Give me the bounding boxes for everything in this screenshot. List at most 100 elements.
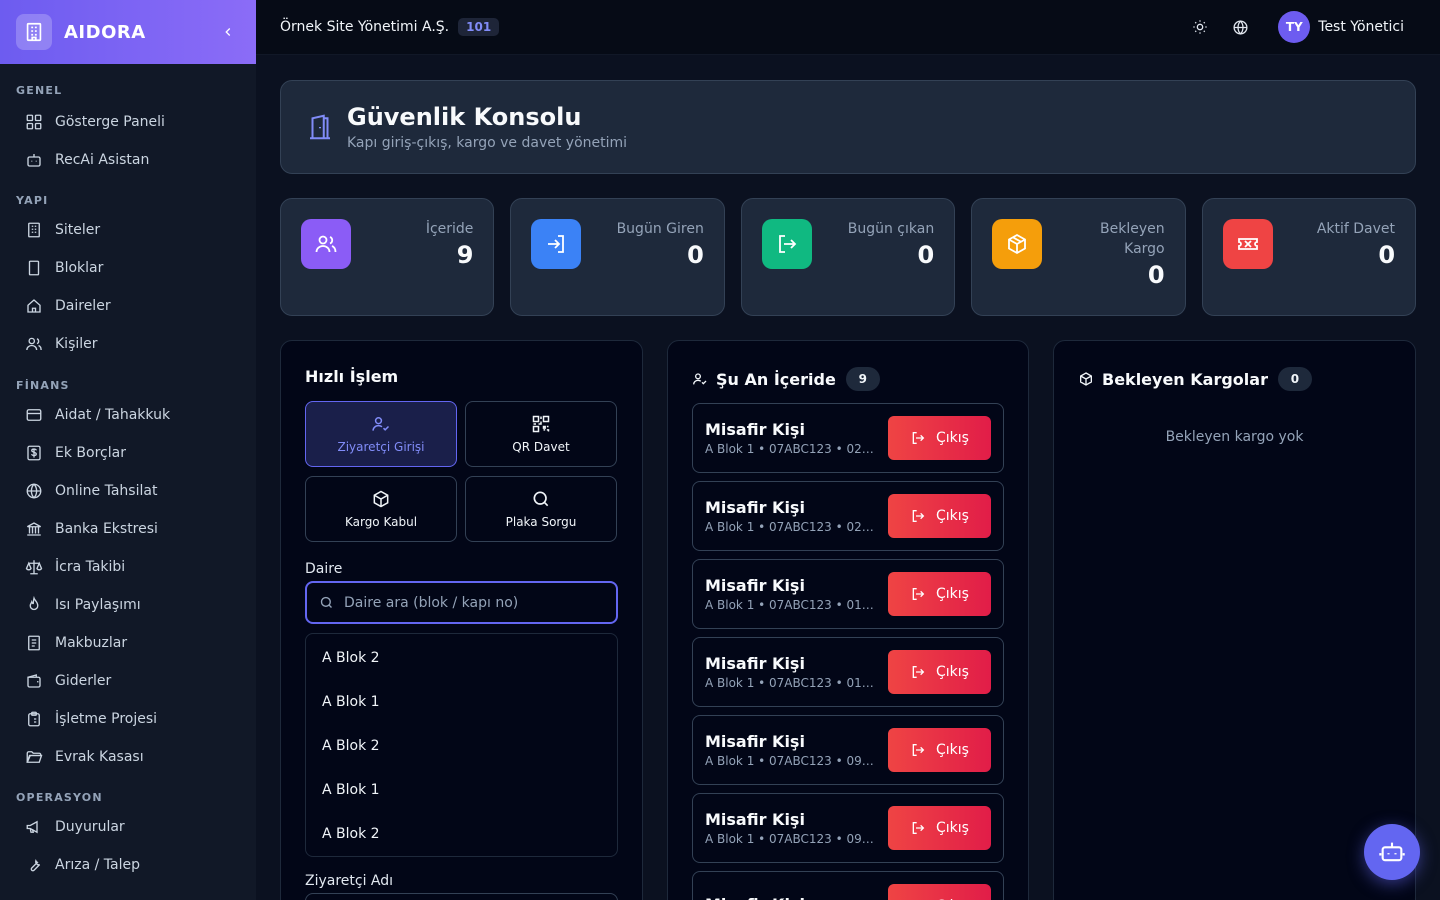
brand-name: AIDORA [64,21,146,43]
button-label: Plaka Sorgu [505,515,577,529]
visitor-entry-button[interactable]: Ziyaretçi Girişi [305,401,457,467]
dropdown-option[interactable]: A Blok 2 [306,636,617,680]
collapse-sidebar-button[interactable] [216,20,240,44]
stat-label: İçeride [425,221,474,237]
visitor-meta: A Blok 1 • 07ABC123 • 01:52 [705,598,877,612]
visitor-name: Misafir Kişi [705,895,877,900]
exit-label: Çıkış [936,742,969,758]
cargo-accept-button[interactable]: Kargo Kabul [305,476,457,542]
sidebar-item-duyurular[interactable]: Duyurular [0,808,256,846]
sidebar-item-banka-ekstresi[interactable]: Banka Ekstresi [0,510,256,548]
assistant-fab-button[interactable] [1364,824,1420,880]
exit-button[interactable]: Çıkış [888,884,991,900]
exit-button[interactable]: Çıkış [888,416,991,460]
user-menu[interactable]: TY Test Yönetici [1278,11,1404,43]
sidebar-item-dashboard[interactable]: Gösterge Paneli [0,103,256,141]
button-label: Ziyaretçi Girişi [337,440,425,454]
plate-search-button[interactable]: Plaka Sorgu [465,476,617,542]
logout-icon [912,744,925,756]
qr-code-icon [532,415,550,433]
theme-toggle-button[interactable] [1180,7,1220,47]
stat-label: Bugün çıkan [847,221,935,237]
sidebar-item-label: Daireler [55,298,111,314]
visitor-row: Misafir Kişi A Blok 1 • 07ABC123 • 09:47 Ç… [692,715,1004,785]
sidebar-item-isi-paylasimi[interactable]: Isı Paylaşımı [0,586,256,624]
dropdown-option[interactable]: A Blok 1 [306,680,617,724]
sidebar: AIDORA GENEL Gösterge Paneli RecAi Asist… [0,0,256,900]
dropdown-option[interactable]: A Blok 2 [306,724,617,768]
visitor-name: Misafir Kişi [705,498,805,517]
exit-button[interactable]: Çıkış [888,494,991,538]
ticket-icon [1222,219,1273,269]
sidebar-item-ariza-talep[interactable]: Arıza / Talep [0,846,256,884]
chevron-left-icon [225,28,231,36]
visitor-row: Misafir Kişi A Blok 1 • 07ABC123 • 09:12 Ç… [692,793,1004,863]
visitor-name-input[interactable] [305,893,618,900]
receipt-icon [24,633,44,653]
exit-button[interactable]: Çıkış [888,728,991,772]
qr-invite-button[interactable]: QR Davet [465,401,617,467]
wrench-icon [24,855,44,875]
daire-search-box [305,581,618,624]
dropdown-option[interactable]: A Blok 1 [306,768,617,812]
avatar: TY [1278,11,1311,43]
sidebar-item-icra-takibi[interactable]: İcra Takibi [0,548,256,586]
sun-icon [1193,20,1207,34]
sidebar-item-isletme-projesi[interactable]: İşletme Projesi [0,700,256,738]
top-header: Örnek Site Yönetimi A.Ş. 101 TY Test Yön… [256,0,1440,55]
sidebar-item-label: Banka Ekstresi [55,521,158,537]
sidebar-item-label: Online Tahsilat [55,483,158,499]
language-button[interactable] [1220,7,1260,47]
dropdown-option[interactable]: A Blok 2 [306,812,617,856]
stat-value: 0 [917,241,935,269]
sidebar-item-makbuzlar[interactable]: Makbuzlar [0,624,256,662]
cargo-count-badge: 0 [1277,367,1312,391]
exit-button[interactable]: Çıkış [888,572,991,616]
sidebar-item-bloklar[interactable]: Bloklar [0,249,256,287]
exit-button[interactable]: Çıkış [888,806,991,850]
visitor-name: Misafir Kişi [705,654,805,673]
daire-search-input[interactable] [344,594,604,611]
sidebar-item-recai[interactable]: RecAi Asistan [0,141,256,179]
package-icon [373,490,389,508]
stat-label: Aktif Davet [1316,221,1396,237]
inside-count-badge: 9 [845,367,880,391]
sidebar-item-daireler[interactable]: Daireler [0,287,256,325]
office-block-icon [24,258,44,278]
daire-dropdown: A Blok 2 A Blok 1 A Blok 2 A Blok 1 A Bl… [305,633,618,857]
globe-icon [24,481,44,501]
stat-value: 0 [1147,261,1165,289]
bot-icon [1379,842,1405,862]
sidebar-item-label: İşletme Projesi [55,711,158,727]
sidebar-item-ek-borclar[interactable]: Ek Borçlar [0,434,256,472]
panel-title-row: Bekleyen Kargolar 0 [1078,367,1312,391]
nav-group-genel: GENEL [16,84,63,97]
sidebar-item-kisiler[interactable]: Kişiler [0,325,256,363]
sidebar-item-label: İcra Takibi [55,559,126,575]
exit-button[interactable]: Çıkış [888,650,991,694]
nav-group-yapi: YAPI [16,194,49,207]
nav-group-finans: FİNANS [16,379,70,392]
users-icon [24,334,44,354]
sidebar-item-siteler[interactable]: Siteler [0,211,256,249]
visitor-row: Misafir Kişi A Blok 1 • 07ABC123 • 01:52 Ç… [692,559,1004,629]
user-name: Test Yönetici [1318,19,1404,35]
page-subtitle: Kapı giriş-çıkış, kargo ve davet yönetim… [347,135,628,151]
button-label: QR Davet [512,440,570,454]
visitor-row: Misafir Kişi A Blok 1 • 07ABC123 • 02:14 Ç… [692,403,1004,473]
sidebar-item-label: Bloklar [55,260,104,276]
sidebar-item-giderler[interactable]: Giderler [0,662,256,700]
sidebar-item-online-tahsilat[interactable]: Online Tahsilat [0,472,256,510]
sidebar-item-evrak-kasasi[interactable]: Evrak Kasası [0,738,256,776]
scale-icon [24,557,44,577]
visitor-name: Misafir Kişi [705,732,805,751]
panel-title-row: Şu An İçeride 9 [692,367,880,391]
clipboard-icon [24,709,44,729]
sidebar-item-aidat[interactable]: Aidat / Tahakkuk [0,396,256,434]
stat-card-bugun-giren: Bugün Giren 0 [510,198,725,316]
stat-value: 0 [687,241,704,269]
visitor-meta: A Blok 1 • 07ABC123 • 02:14 [705,442,877,456]
exit-label: Çıkış [936,664,969,680]
search-icon [533,491,549,507]
megaphone-icon [24,817,44,837]
